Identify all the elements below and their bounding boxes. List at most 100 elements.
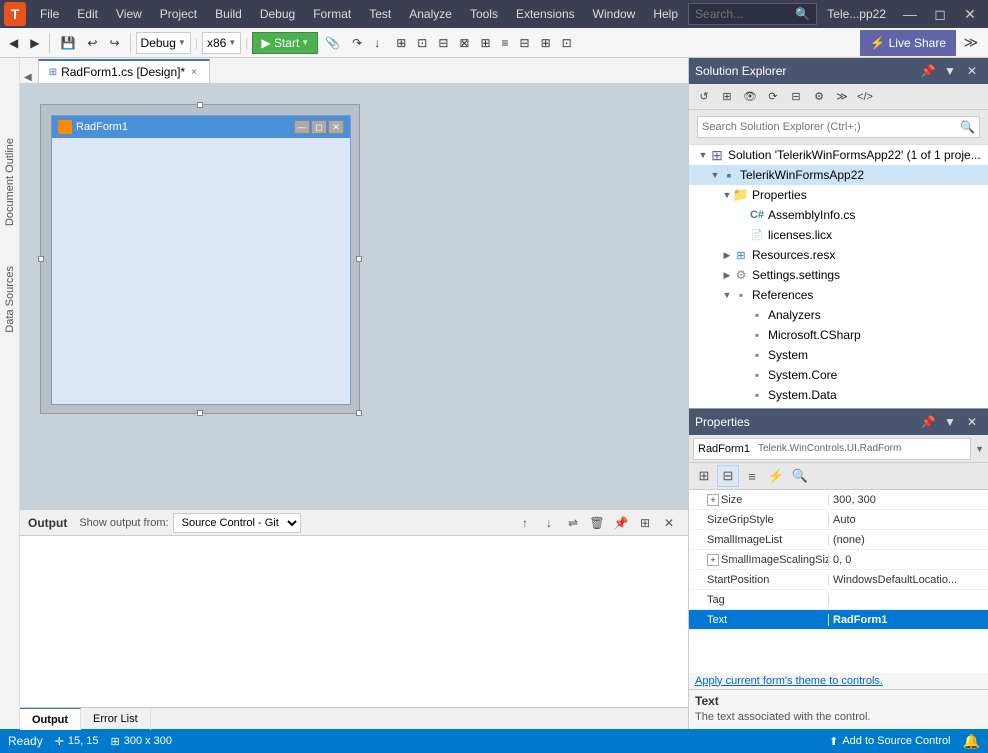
- output-tab-error-list[interactable]: Error List: [81, 708, 151, 730]
- menu-project[interactable]: Project: [152, 0, 205, 28]
- menu-build[interactable]: Build: [207, 0, 250, 28]
- prop-expand-size[interactable]: +: [707, 494, 719, 506]
- tree-item-system[interactable]: ▪ System: [689, 345, 988, 365]
- resize-handle-bottom[interactable]: [197, 410, 203, 416]
- tab-close-button[interactable]: ×: [189, 66, 199, 79]
- prop-tab-properties[interactable]: ≡: [741, 465, 763, 487]
- tree-arrow-settings[interactable]: ▶: [721, 270, 733, 281]
- tree-item-resources[interactable]: ▶ ⊞ Resources.resx: [689, 245, 988, 265]
- form-minimize-button[interactable]: —: [294, 120, 310, 134]
- resize-handle-left[interactable]: [38, 256, 44, 262]
- se-close-btn[interactable]: ✕: [962, 61, 982, 81]
- tb-back[interactable]: ◀: [4, 30, 23, 56]
- resize-handle-right[interactable]: [356, 256, 362, 262]
- tb-diag7[interactable]: ⊟: [515, 30, 535, 56]
- menu-window[interactable]: Window: [585, 0, 644, 28]
- form-restore-button[interactable]: ◻: [311, 120, 327, 134]
- prop-row-sizegripstyle[interactable]: SizeGripStyle Auto: [689, 510, 988, 530]
- se-more-btn[interactable]: ≫: [831, 86, 853, 108]
- menu-view[interactable]: View: [108, 0, 150, 28]
- tree-arrow-properties[interactable]: ▼: [721, 190, 733, 200]
- minimize-button[interactable]: —: [896, 0, 924, 28]
- tree-item-settings[interactable]: ▶ ⚙ Settings.settings: [689, 265, 988, 285]
- se-show-all-btn[interactable]: 👁: [739, 86, 761, 108]
- tb-diag1[interactable]: ⊞: [391, 30, 411, 56]
- menu-test[interactable]: Test: [361, 0, 399, 28]
- notification-bell[interactable]: 🔔: [963, 733, 980, 750]
- properties-object-selector[interactable]: RadForm1 Telerik.WinControls.UI.RadForm: [693, 438, 971, 460]
- se-settings-btn[interactable]: ⚙: [808, 86, 830, 108]
- se-refresh-btn[interactable]: ⟳: [762, 86, 784, 108]
- tb-save-all[interactable]: 💾: [55, 30, 80, 56]
- tb-extra[interactable]: ≫: [958, 30, 984, 56]
- prop-pin-btn[interactable]: 📌: [918, 412, 938, 432]
- output-expand-btn[interactable]: ⊞: [634, 512, 656, 534]
- resize-handle-top[interactable]: [197, 102, 203, 108]
- menu-extensions[interactable]: Extensions: [508, 0, 583, 28]
- prop-object-arrow[interactable]: ▼: [975, 444, 984, 454]
- prop-expand-smallimgsize[interactable]: +: [707, 554, 719, 566]
- tree-arrow-project[interactable]: ▼: [709, 170, 721, 180]
- prop-tab-categorized[interactable]: ⊞: [693, 465, 715, 487]
- tb-diag2[interactable]: ⊡: [412, 30, 432, 56]
- se-pin-btn[interactable]: 📌: [918, 61, 938, 81]
- menu-format[interactable]: Format: [305, 0, 359, 28]
- output-clear-btn[interactable]: 🗑: [586, 512, 608, 534]
- tb-diag8[interactable]: ⊞: [536, 30, 556, 56]
- se-dropdown-btn[interactable]: ▼: [940, 61, 960, 81]
- prop-row-smallimagelist[interactable]: SmallImageList (none): [689, 530, 988, 550]
- output-down-btn[interactable]: ↓: [538, 512, 560, 534]
- se-properties-btn[interactable]: ⊞: [716, 86, 738, 108]
- tab-radform1-design[interactable]: ⊞ RadForm1.cs [Design]* ×: [38, 59, 210, 83]
- prop-row-startposition[interactable]: StartPosition WindowsDefaultLocatio...: [689, 570, 988, 590]
- prop-tab-events[interactable]: ⚡: [765, 465, 787, 487]
- tb-redo[interactable]: ↪: [104, 30, 124, 56]
- menu-help[interactable]: Help: [645, 0, 686, 28]
- tree-arrow-references[interactable]: ▼: [721, 290, 733, 300]
- tb-diag6[interactable]: ≡: [497, 30, 514, 56]
- tb-undo[interactable]: ↩: [82, 30, 102, 56]
- prop-close-btn[interactable]: ✕: [962, 412, 982, 432]
- apply-theme-link[interactable]: Apply current form's theme to controls.: [689, 673, 988, 689]
- tree-item-analyzers[interactable]: ▪ Analyzers: [689, 305, 988, 325]
- tb-step-into[interactable]: ↓: [369, 30, 385, 56]
- se-code-btn[interactable]: </>: [854, 86, 876, 108]
- tree-item-references[interactable]: ▼ ▪ References: [689, 285, 988, 305]
- output-source-select[interactable]: Source Control - Git: [173, 513, 301, 533]
- close-button[interactable]: ✕: [956, 0, 984, 28]
- debug-config-dropdown[interactable]: Debug ▼: [136, 32, 191, 54]
- output-up-btn[interactable]: ↑: [514, 512, 536, 534]
- menu-edit[interactable]: Edit: [69, 0, 106, 28]
- prop-row-size[interactable]: +Size 300, 300: [689, 490, 988, 510]
- form-close-button[interactable]: ✕: [328, 120, 344, 134]
- tb-step-over[interactable]: ↷: [347, 30, 367, 56]
- prop-tab-search[interactable]: 🔍: [789, 465, 811, 487]
- tb-forward[interactable]: ▶: [25, 30, 44, 56]
- se-sync-btn[interactable]: ↺: [693, 86, 715, 108]
- menu-file[interactable]: File: [32, 0, 67, 28]
- menu-analyze[interactable]: Analyze: [401, 0, 460, 28]
- source-control-button[interactable]: ⬆ Add to Source Control: [829, 735, 950, 748]
- menu-debug[interactable]: Debug: [252, 0, 303, 28]
- restore-button[interactable]: ◻: [926, 0, 954, 28]
- prop-row-text[interactable]: Text RadForm1: [689, 610, 988, 630]
- sidebar-item-data-sources[interactable]: Data Sources: [4, 266, 16, 333]
- output-tab-output[interactable]: Output: [20, 708, 81, 730]
- prop-row-tag[interactable]: Tag: [689, 590, 988, 610]
- tree-item-system-data[interactable]: ▪ System.Data: [689, 385, 988, 405]
- start-button[interactable]: ▶ Start ▼: [252, 32, 318, 54]
- resize-handle-corner[interactable]: [356, 410, 362, 416]
- tb-attach[interactable]: 📎: [320, 30, 345, 56]
- prop-row-smallimagescalingsize[interactable]: +SmallImageScalingSize 0, 0: [689, 550, 988, 570]
- tree-item-assemblyinfo[interactable]: C# AssemblyInfo.cs: [689, 205, 988, 225]
- platform-dropdown[interactable]: x86 ▼: [202, 32, 241, 54]
- tb-diag5[interactable]: ⊞: [475, 30, 495, 56]
- tb-diag3[interactable]: ⊟: [433, 30, 453, 56]
- se-search-input[interactable]: [702, 121, 960, 133]
- tree-item-properties[interactable]: ▼ 📁 Properties: [689, 185, 988, 205]
- search-input[interactable]: [695, 7, 795, 21]
- output-pin-btn[interactable]: 📌: [610, 512, 632, 534]
- tree-item-licenses[interactable]: 📄 licenses.licx: [689, 225, 988, 245]
- tree-item-microsoft-csharp[interactable]: ▪ Microsoft.CSharp: [689, 325, 988, 345]
- prop-dropdown-btn[interactable]: ▼: [940, 412, 960, 432]
